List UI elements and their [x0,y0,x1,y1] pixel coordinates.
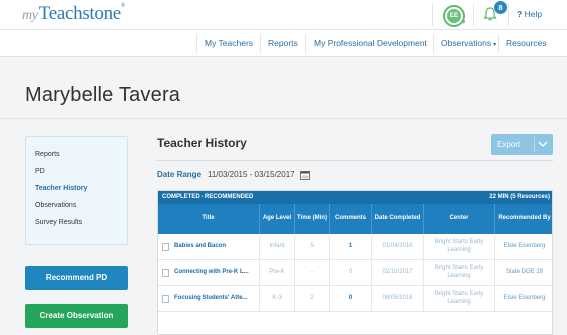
row-recommended-by[interactable]: State DOE 29 [495,260,552,286]
sidebar-item-observations[interactable]: Observations [35,202,76,209]
history-table: COMPLETED - RECOMMENDED 22 MIN (5 Resour… [157,190,553,335]
row-center: Bright Starts Early Learning [424,260,495,286]
page-divider [0,118,567,119]
column-header-title[interactable]: Title [158,204,260,234]
row-comments[interactable]: 1 [330,234,372,260]
calendar-icon[interactable] [300,170,310,180]
row-date-completed: 01/04/2016 [372,234,424,260]
sidebar-item-reports[interactable]: Reports [35,151,60,158]
nav-divider [433,34,434,53]
row-center: Bright Starts Early Learning [424,286,495,312]
nav-reports[interactable]: Reports [268,38,298,48]
row-date-completed: 08/05/2016 [372,286,424,312]
recommend-pd-button[interactable]: Recommend PD [25,266,128,290]
table-row[interactable]: Focusing Students' Atte... K-3 2 0 08/05… [158,286,552,312]
export-label: Export [497,140,521,149]
sidebar-item-teacher-history[interactable]: Teacher History [35,185,87,192]
nav-divider [305,34,306,53]
column-header-age-level[interactable]: Age Level [260,204,295,234]
chevron-down-icon[interactable]: ▾ [462,18,466,26]
main-nav: My Teachers Reports My Professional Deve… [0,30,567,57]
sidebar-item-survey-results[interactable]: Survey Results [35,219,82,226]
page-title: Marybelle Tavera [25,84,181,106]
logo-trademark: ® [120,3,126,9]
sidebar-item-pd[interactable]: PD [35,168,45,175]
export-dropdown[interactable]: Export [491,134,553,155]
date-range-label: Date Range [157,170,202,179]
table-banner: COMPLETED - RECOMMENDED 22 MIN (5 Resour… [158,191,552,204]
row-center: Bright Starts Early Learning [424,234,495,260]
nav-observations-label: Observations [441,38,492,48]
column-header-comments[interactable]: Comments [330,204,372,234]
row-time: - [295,260,330,286]
create-observation-button[interactable]: Create Observation [25,304,128,328]
chevron-down-icon [538,141,548,147]
nav-divider [498,34,499,53]
help-link[interactable]: ? Help [517,9,542,19]
row-recommended-by[interactable]: Elsie Eisenberg [495,286,552,312]
teacher-side-nav: Reports PD Teacher History Observations … [25,136,128,245]
row-title[interactable]: Focusing Students' Atte... [158,286,260,312]
row-comments[interactable]: 0 [330,286,372,312]
row-age-level: Infant [260,234,295,260]
column-header-time[interactable]: Time (Min) [295,204,330,234]
column-header-date-completed[interactable]: Date Completed [372,204,424,234]
chevron-down-icon: ▾ [493,42,497,48]
header-divider [432,4,433,26]
banner-summary: 22 MIN (5 Resources) [489,194,550,200]
row-recommended-by[interactable]: Elsie Eisenberg [495,234,552,260]
export-divider [534,137,535,152]
column-header-recommended-by[interactable]: Recommended By [495,204,552,234]
row-title[interactable]: Babies and Bacon [158,234,260,260]
row-age-level: Pre-K [260,260,295,286]
row-time: 5 [295,234,330,260]
logo-prefix: my [22,8,38,23]
row-date-completed: 02/10/2017 [372,260,424,286]
mytachstone-logo[interactable]: myTeachstone® [22,3,126,25]
header-divider [508,4,509,26]
row-time: 2 [295,286,330,312]
row-comments[interactable]: 0 [330,260,372,286]
row-age-level: K-3 [260,286,295,312]
nav-observations[interactable]: Observations ▾ [441,38,496,48]
help-label: Help [524,9,543,19]
banner-status: COMPLETED - RECOMMENDED [162,194,254,200]
avatar-initials: EE [447,9,461,23]
table-row[interactable]: Babies and Bacon Infant 5 1 01/04/2016 B… [158,234,552,260]
top-bar: myTeachstone® EE ▾ 8 ? Help [0,0,567,30]
nav-my-professional-development[interactable]: My Professional Development [314,38,427,48]
table-row-partial [158,312,552,334]
header-divider [473,4,474,26]
logo-name: Teachstone [38,3,121,24]
nav-divider [196,34,197,53]
notification-badge: 8 [494,1,507,14]
section-divider [157,160,553,161]
column-header-center[interactable]: Center [424,204,495,234]
section-title: Teacher History [157,136,247,150]
row-title[interactable]: Connecting with Pre-K L... [158,260,260,286]
nav-resources[interactable]: Resources [506,38,547,48]
table-header: Title Age Level Time (Min) Comments Date… [158,204,552,234]
nav-my-teachers[interactable]: My Teachers [205,38,253,48]
question-mark-icon: ? [517,9,523,19]
nav-divider [260,34,261,53]
date-range-value: 11/03/2015 - 03/15/2017 [208,170,295,179]
table-row[interactable]: Connecting with Pre-K L... Pre-K - 0 02/… [158,260,552,286]
